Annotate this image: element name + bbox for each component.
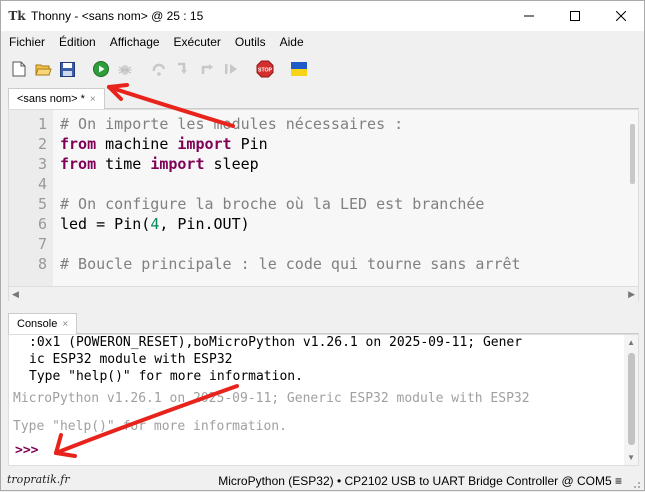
code-keyword: import: [177, 135, 232, 153]
menu-fichier[interactable]: Fichier: [1, 35, 52, 49]
code-keyword: from: [60, 155, 97, 173]
close-icon: [616, 11, 626, 21]
console-output-line: :0x1 (POWERON_RESET),boMicroPython v1.26…: [29, 335, 523, 350]
window-title: Thonny - <sans nom> @ 25 : 15: [31, 9, 204, 23]
window-controls: [506, 1, 644, 31]
resume-button[interactable]: [221, 59, 241, 79]
code-line[interactable]: # Boucle principale : le code qui tourne…: [60, 255, 521, 273]
step-into-button[interactable]: [173, 59, 193, 79]
debug-button[interactable]: [115, 59, 135, 79]
code-number: 4: [150, 215, 160, 233]
open-folder-icon: [34, 64, 52, 75]
maximize-icon: [570, 11, 580, 21]
support-ukraine-button[interactable]: [289, 59, 309, 79]
step-into-icon: [178, 62, 187, 74]
interpreter-status[interactable]: MicroPython (ESP32) • CP2102 USB to UART…: [218, 474, 622, 488]
watermark: tropratik.fr: [7, 473, 70, 486]
title-bar[interactable]: Tk Thonny - <sans nom> @ 25 : 15: [1, 1, 644, 31]
new-file-icon: [12, 61, 26, 77]
code-line[interactable]: # On importe les modules nécessaires :: [60, 115, 403, 133]
code-text: sleep: [204, 155, 259, 173]
line-number-gutter: 1 2 3 4 5 6 7 8: [9, 110, 53, 286]
step-out-button[interactable]: [197, 59, 217, 79]
stop-label: STOP: [258, 67, 273, 73]
menu-affichage[interactable]: Affichage: [103, 35, 167, 49]
close-button[interactable]: [598, 1, 644, 31]
console-output-line: MicroPython v1.26.1 on 2025-09-11; Gener…: [13, 391, 530, 406]
scroll-left-icon[interactable]: ◀: [12, 289, 19, 300]
step-over-button[interactable]: [149, 59, 169, 79]
line-number: 1: [37, 115, 47, 133]
code-line[interactable]: from time import sleep: [60, 155, 259, 173]
line-number: 6: [37, 215, 47, 233]
maximize-button[interactable]: [552, 1, 598, 31]
tab-sans-nom[interactable]: <sans nom> * ×: [8, 88, 105, 109]
code-text: time: [96, 155, 151, 173]
step-out-icon: [201, 64, 213, 74]
editor-tab-bar: <sans nom> * ×: [8, 87, 639, 109]
minimize-button[interactable]: [506, 1, 552, 31]
thonny-app-icon: Tk: [8, 9, 26, 23]
toolbar: STOP: [1, 56, 644, 82]
line-number: 5: [37, 195, 47, 213]
resize-grip-icon[interactable]: [631, 479, 641, 489]
status-bar: tropratik.fr MicroPython (ESP32) • CP210…: [1, 470, 644, 492]
code-text: Pin: [231, 135, 268, 153]
code-comment: # On importe les modules nécessaires :: [60, 115, 404, 133]
editor-vertical-scrollbar[interactable]: [630, 124, 635, 184]
code-line[interactable]: led = Pin(4, Pin.OUT): [60, 215, 250, 233]
thonny-window: Tk Thonny - <sans nom> @ 25 : 15 Fichier…: [0, 0, 645, 491]
console-vertical-scrollbar[interactable]: ▲ ▼: [624, 335, 638, 465]
menu-outils[interactable]: Outils: [228, 35, 273, 49]
code-comment: # Boucle principale : le code qui tourne…: [60, 255, 521, 273]
scroll-down-icon[interactable]: ▼: [627, 453, 635, 462]
editor-horizontal-scrollbar[interactable]: ◀ ▶: [8, 287, 639, 301]
line-number: 2: [37, 135, 47, 153]
line-number: 8: [37, 255, 47, 273]
console-output-line: Type "help()" for more information.: [29, 369, 303, 384]
code-editor[interactable]: 1 2 3 4 5 6 7 8 # On importe les modules nécess…: [8, 109, 639, 287]
tab-label: <sans nom> *: [17, 93, 85, 105]
step-over-icon: [152, 63, 166, 76]
tab-console[interactable]: Console ×: [8, 313, 78, 334]
save-icon: [59, 61, 75, 77]
line-number: 3: [37, 155, 47, 173]
debug-icon: [118, 65, 132, 75]
scroll-up-icon[interactable]: ▲: [627, 338, 635, 347]
menu-bar: Fichier Édition Affichage Exécuter Outil…: [1, 32, 644, 52]
minimize-icon: [524, 15, 534, 17]
save-button[interactable]: [57, 59, 77, 79]
run-icon: [93, 61, 109, 77]
code-line[interactable]: # On configure la broche où la LED est b…: [60, 195, 484, 213]
ukraine-flag-icon: [291, 62, 307, 76]
console-output-line: ic ESP32 module with ESP32: [29, 352, 233, 367]
console-scroll-thumb[interactable]: [628, 353, 635, 445]
console-output-line: Type "help()" for more information.: [13, 419, 287, 434]
scroll-right-icon[interactable]: ▶: [628, 289, 635, 300]
code-keyword: from: [60, 135, 97, 153]
resume-icon: [225, 64, 237, 74]
console-tab-close-icon[interactable]: ×: [62, 319, 68, 330]
tab-close-icon[interactable]: ×: [90, 94, 96, 105]
code-keyword: import: [150, 155, 205, 173]
line-number: 7: [37, 235, 47, 253]
console-tab-label: Console: [17, 318, 58, 330]
code-text: , Pin.OUT): [159, 215, 250, 233]
menu-aide[interactable]: Aide: [273, 35, 311, 49]
run-button[interactable]: [91, 59, 111, 79]
new-file-button[interactable]: [9, 59, 29, 79]
stop-icon: STOP: [256, 60, 274, 78]
code-text: led = Pin(: [60, 215, 151, 233]
code-text: machine: [96, 135, 178, 153]
menu-edition[interactable]: Édition: [52, 35, 103, 49]
stop-button[interactable]: STOP: [255, 59, 275, 79]
code-line[interactable]: from machine import Pin: [60, 135, 268, 153]
line-number: 4: [37, 175, 47, 193]
code-comment: # On configure la broche où la LED est b…: [60, 195, 485, 213]
shell-prompt[interactable]: >>>: [15, 443, 38, 458]
shell-console[interactable]: >>> ▲ ▼ :0x1 (POWERON_RESET),boMicroPyth…: [8, 334, 639, 466]
console-tab-bar: Console ×: [8, 312, 639, 334]
menu-executer[interactable]: Exécuter: [167, 35, 228, 49]
open-button[interactable]: [33, 59, 53, 79]
